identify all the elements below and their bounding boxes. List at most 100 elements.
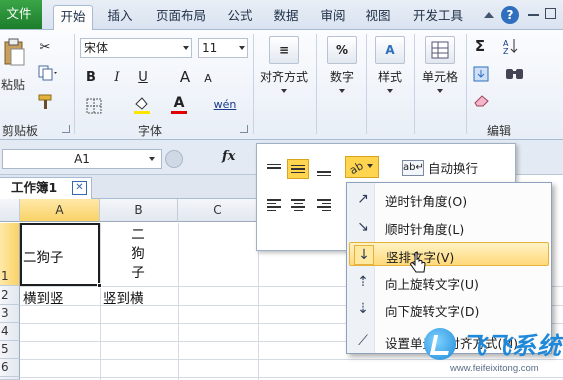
italic-button[interactable]: I xyxy=(108,68,126,86)
copy-icon[interactable] xyxy=(36,64,60,82)
tab-review[interactable]: 审阅 xyxy=(313,5,353,29)
workbook-tab-strip: 工作簿1 ✕ xyxy=(0,175,256,199)
orientation-button[interactable]: ab xyxy=(345,156,379,178)
column-header-c[interactable]: C xyxy=(178,199,258,222)
bold-button[interactable]: B xyxy=(82,68,100,86)
styles-button[interactable]: A 样式 xyxy=(368,36,412,93)
row-header-3[interactable]: 3 xyxy=(0,305,20,323)
menu-item-clockwise[interactable]: ↘ 顺时针角度(L) xyxy=(349,215,549,239)
paste-label[interactable]: 粘贴 xyxy=(0,76,26,93)
rotate-down-icon: ⇣ xyxy=(357,301,369,317)
font-size-dropdown[interactable]: 11 xyxy=(198,38,248,58)
row-header-1[interactable]: 1 xyxy=(0,223,20,286)
menu-item-vertical-text[interactable]: ↓ 竖排文字(V) xyxy=(349,242,549,266)
fill-color-icon[interactable] xyxy=(130,94,154,116)
format-cell-alignment-icon: ⟋ xyxy=(358,333,368,349)
gridline xyxy=(100,223,101,380)
font-launcher-icon[interactable] xyxy=(240,125,248,133)
align-center-icon: ≡ xyxy=(269,36,299,64)
menu-item-rotate-down[interactable]: ⇣ 向下旋转文字(D) xyxy=(349,297,549,321)
font-color-button[interactable]: A xyxy=(168,92,190,116)
cells-label: 单元格 xyxy=(421,70,458,84)
font-color-swatch xyxy=(171,110,187,114)
editing-group-label: 编辑 xyxy=(486,124,511,138)
name-box-value: A1 xyxy=(74,152,90,166)
cell-b1[interactable]: 二 狗 子 xyxy=(130,226,146,283)
minimize-window-icon[interactable] xyxy=(528,14,539,16)
minimize-ribbon-icon[interactable] xyxy=(484,12,494,18)
row-header-4[interactable]: 4 xyxy=(0,323,20,341)
percent-icon: % xyxy=(327,36,357,64)
select-all-corner[interactable] xyxy=(0,199,20,222)
align-top-button[interactable] xyxy=(263,158,285,178)
tab-developer[interactable]: 开发工具 xyxy=(405,5,471,29)
paste-icon[interactable] xyxy=(0,36,28,70)
close-icon[interactable]: ✕ xyxy=(72,181,87,195)
watermark-url: www.feifeixitong.com xyxy=(450,363,539,374)
font-name-dropdown[interactable]: 宋体 xyxy=(80,38,192,58)
insert-function-button[interactable]: fx xyxy=(222,149,235,164)
tab-page-layout[interactable]: 页面布局 xyxy=(148,5,214,29)
fill-icon[interactable] xyxy=(470,64,492,84)
vertical-text-icon: ↓ xyxy=(354,245,374,265)
tab-file[interactable]: 文件 xyxy=(0,0,42,29)
group-divider xyxy=(414,34,415,134)
fill-handle[interactable] xyxy=(97,283,102,288)
font-size-value: 11 xyxy=(202,41,218,55)
clear-icon[interactable] xyxy=(470,90,494,110)
restore-window-icon[interactable] xyxy=(545,8,556,19)
format-painter-icon[interactable] xyxy=(36,92,56,112)
tab-formulas[interactable]: 公式 xyxy=(220,5,260,29)
wrap-text-label: 自动换行 xyxy=(428,161,479,176)
workbook-tab[interactable]: 工作簿1 ✕ xyxy=(0,177,92,199)
cells-button[interactable]: 单元格 xyxy=(416,36,464,93)
wrap-text-button[interactable]: ab↵ 自动换行 xyxy=(402,158,478,177)
number-format-button[interactable]: % 数字 xyxy=(320,36,364,93)
align-right-button[interactable] xyxy=(313,195,335,215)
borders-icon[interactable] xyxy=(84,96,104,116)
row-header-5[interactable]: 5 xyxy=(0,341,20,359)
tab-insert[interactable]: 插入 xyxy=(100,5,140,29)
counterclockwise-icon: ↗ xyxy=(357,191,369,207)
tab-data[interactable]: 数据 xyxy=(266,5,306,29)
align-center-button[interactable] xyxy=(287,195,309,215)
styles-label: 样式 xyxy=(377,70,402,84)
cell-a2[interactable]: 横到竖 xyxy=(23,287,64,307)
tab-view[interactable]: 视图 xyxy=(358,5,398,29)
number-label: 数字 xyxy=(329,70,354,84)
cell-b1-char: 二 xyxy=(131,227,145,243)
shrink-font-button[interactable]: A xyxy=(200,70,216,86)
cell-b2[interactable]: 竖到横 xyxy=(103,287,144,307)
group-divider xyxy=(74,34,75,134)
menu-item-rotate-up[interactable]: ⇡ 向上旋转文字(U) xyxy=(349,270,549,294)
help-icon[interactable]: ? xyxy=(501,6,519,24)
underline-button[interactable]: U xyxy=(134,68,152,86)
align-left-button[interactable] xyxy=(263,195,285,215)
grow-font-button[interactable]: A xyxy=(176,68,194,86)
phonetic-guide-button[interactable]: wén xyxy=(210,94,240,114)
align-middle-button[interactable] xyxy=(287,159,309,179)
sort-filter-icon[interactable]: AZ xyxy=(500,36,530,56)
chevron-down-icon xyxy=(183,46,189,50)
clipboard-group-label: 剪贴板 xyxy=(1,124,38,138)
workbook-name: 工作簿1 xyxy=(11,180,58,195)
menu-item-counterclockwise[interactable]: ↗ 逆时针角度(O) xyxy=(349,187,549,211)
formula-bar-resize-handle[interactable] xyxy=(165,150,183,168)
autosum-button[interactable]: Σ xyxy=(470,36,490,56)
clipboard-launcher-icon[interactable] xyxy=(62,125,70,133)
align-bottom-button[interactable] xyxy=(313,162,335,182)
find-select-icon[interactable] xyxy=(500,64,530,84)
column-header-b[interactable]: B xyxy=(100,199,178,222)
tab-home[interactable]: 开始 xyxy=(53,5,93,31)
name-box[interactable]: A1 xyxy=(2,149,162,169)
cell-b1-char: 子 xyxy=(131,265,145,281)
alignment-button[interactable]: ≡ 对齐方式 xyxy=(256,36,312,93)
column-header-a[interactable]: A xyxy=(20,199,100,222)
site-watermark: 飞飞系统 www.feifeixitong.com xyxy=(420,320,563,380)
row-header-2[interactable]: 2 xyxy=(0,286,20,305)
row-header-6[interactable]: 6 xyxy=(0,359,20,377)
styles-icon: A xyxy=(375,36,405,64)
cell-b1-char: 狗 xyxy=(131,246,145,262)
cut-icon[interactable]: ✂ xyxy=(36,38,54,56)
watermark-brand: 飞飞系统 xyxy=(462,332,562,360)
